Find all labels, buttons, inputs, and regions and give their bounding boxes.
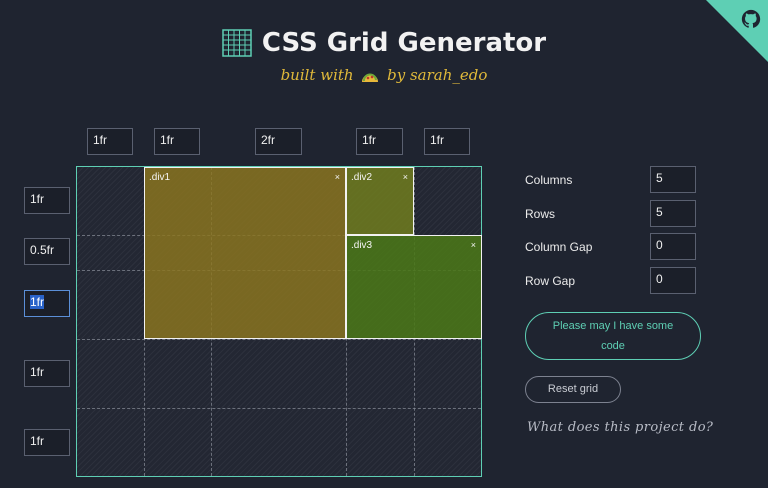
column-size-input-1[interactable]: 1fr bbox=[87, 128, 133, 155]
column-size-input-3[interactable]: 2fr bbox=[255, 128, 302, 155]
page-subtitle: built with by sarah_edo bbox=[0, 66, 768, 84]
page-title: CSS Grid Generator bbox=[222, 28, 546, 58]
grid-canvas[interactable]: .div1 × .div2 × .div3 × bbox=[76, 166, 482, 477]
row-size-input-4[interactable]: 1fr bbox=[24, 360, 70, 387]
row-size-input-5[interactable]: 1fr bbox=[24, 429, 70, 456]
grid-line-row-4 bbox=[77, 408, 481, 409]
grid-line-row-3 bbox=[77, 339, 481, 340]
grid-icon bbox=[222, 29, 252, 57]
header: CSS Grid Generator built with by sarah_e… bbox=[0, 28, 768, 84]
grid-item-div1[interactable]: .div1 × bbox=[144, 167, 346, 339]
grid-item-div2[interactable]: .div2 × bbox=[346, 167, 414, 235]
grid-item-label: .div2 bbox=[351, 172, 373, 183]
row-gap-label: Row Gap bbox=[525, 274, 576, 288]
row-size-input-1[interactable]: 1fr bbox=[24, 187, 70, 214]
close-icon[interactable]: × bbox=[403, 172, 408, 182]
rows-input[interactable]: 5 bbox=[650, 200, 696, 227]
github-icon bbox=[741, 9, 761, 28]
grid-item-div3[interactable]: .div3 × bbox=[346, 235, 482, 339]
row-size-input-2[interactable]: 0.5fr bbox=[24, 238, 70, 265]
grid-item-label: .div1 bbox=[149, 172, 171, 183]
column-size-input-2[interactable]: 1fr bbox=[154, 128, 200, 155]
subtitle-after: by sarah_edo bbox=[387, 66, 488, 84]
column-size-input-4[interactable]: 1fr bbox=[356, 128, 403, 155]
get-code-button[interactable]: Please may I have some code bbox=[525, 312, 701, 360]
row-size-input-3-selection: 1fr bbox=[30, 295, 45, 309]
row-size-input-3[interactable]: 1fr bbox=[24, 290, 70, 317]
column-gap-input[interactable]: 0 bbox=[650, 233, 696, 260]
rows-label: Rows bbox=[525, 207, 556, 221]
subtitle-before: built with bbox=[280, 66, 354, 84]
columns-input[interactable]: 5 bbox=[650, 166, 696, 193]
column-gap-label: Column Gap bbox=[525, 240, 593, 254]
close-icon[interactable]: × bbox=[335, 172, 340, 182]
about-project-link[interactable]: What does this project do? bbox=[527, 420, 713, 435]
page-title-text: CSS Grid Generator bbox=[261, 28, 547, 58]
column-size-input-5[interactable]: 1fr bbox=[424, 128, 470, 155]
close-icon[interactable]: × bbox=[471, 240, 476, 250]
taco-icon bbox=[362, 73, 379, 82]
columns-label: Columns bbox=[525, 173, 573, 187]
grid-item-label: .div3 bbox=[351, 240, 373, 251]
reset-grid-button[interactable]: Reset grid bbox=[525, 376, 621, 403]
row-gap-input[interactable]: 0 bbox=[650, 267, 696, 294]
